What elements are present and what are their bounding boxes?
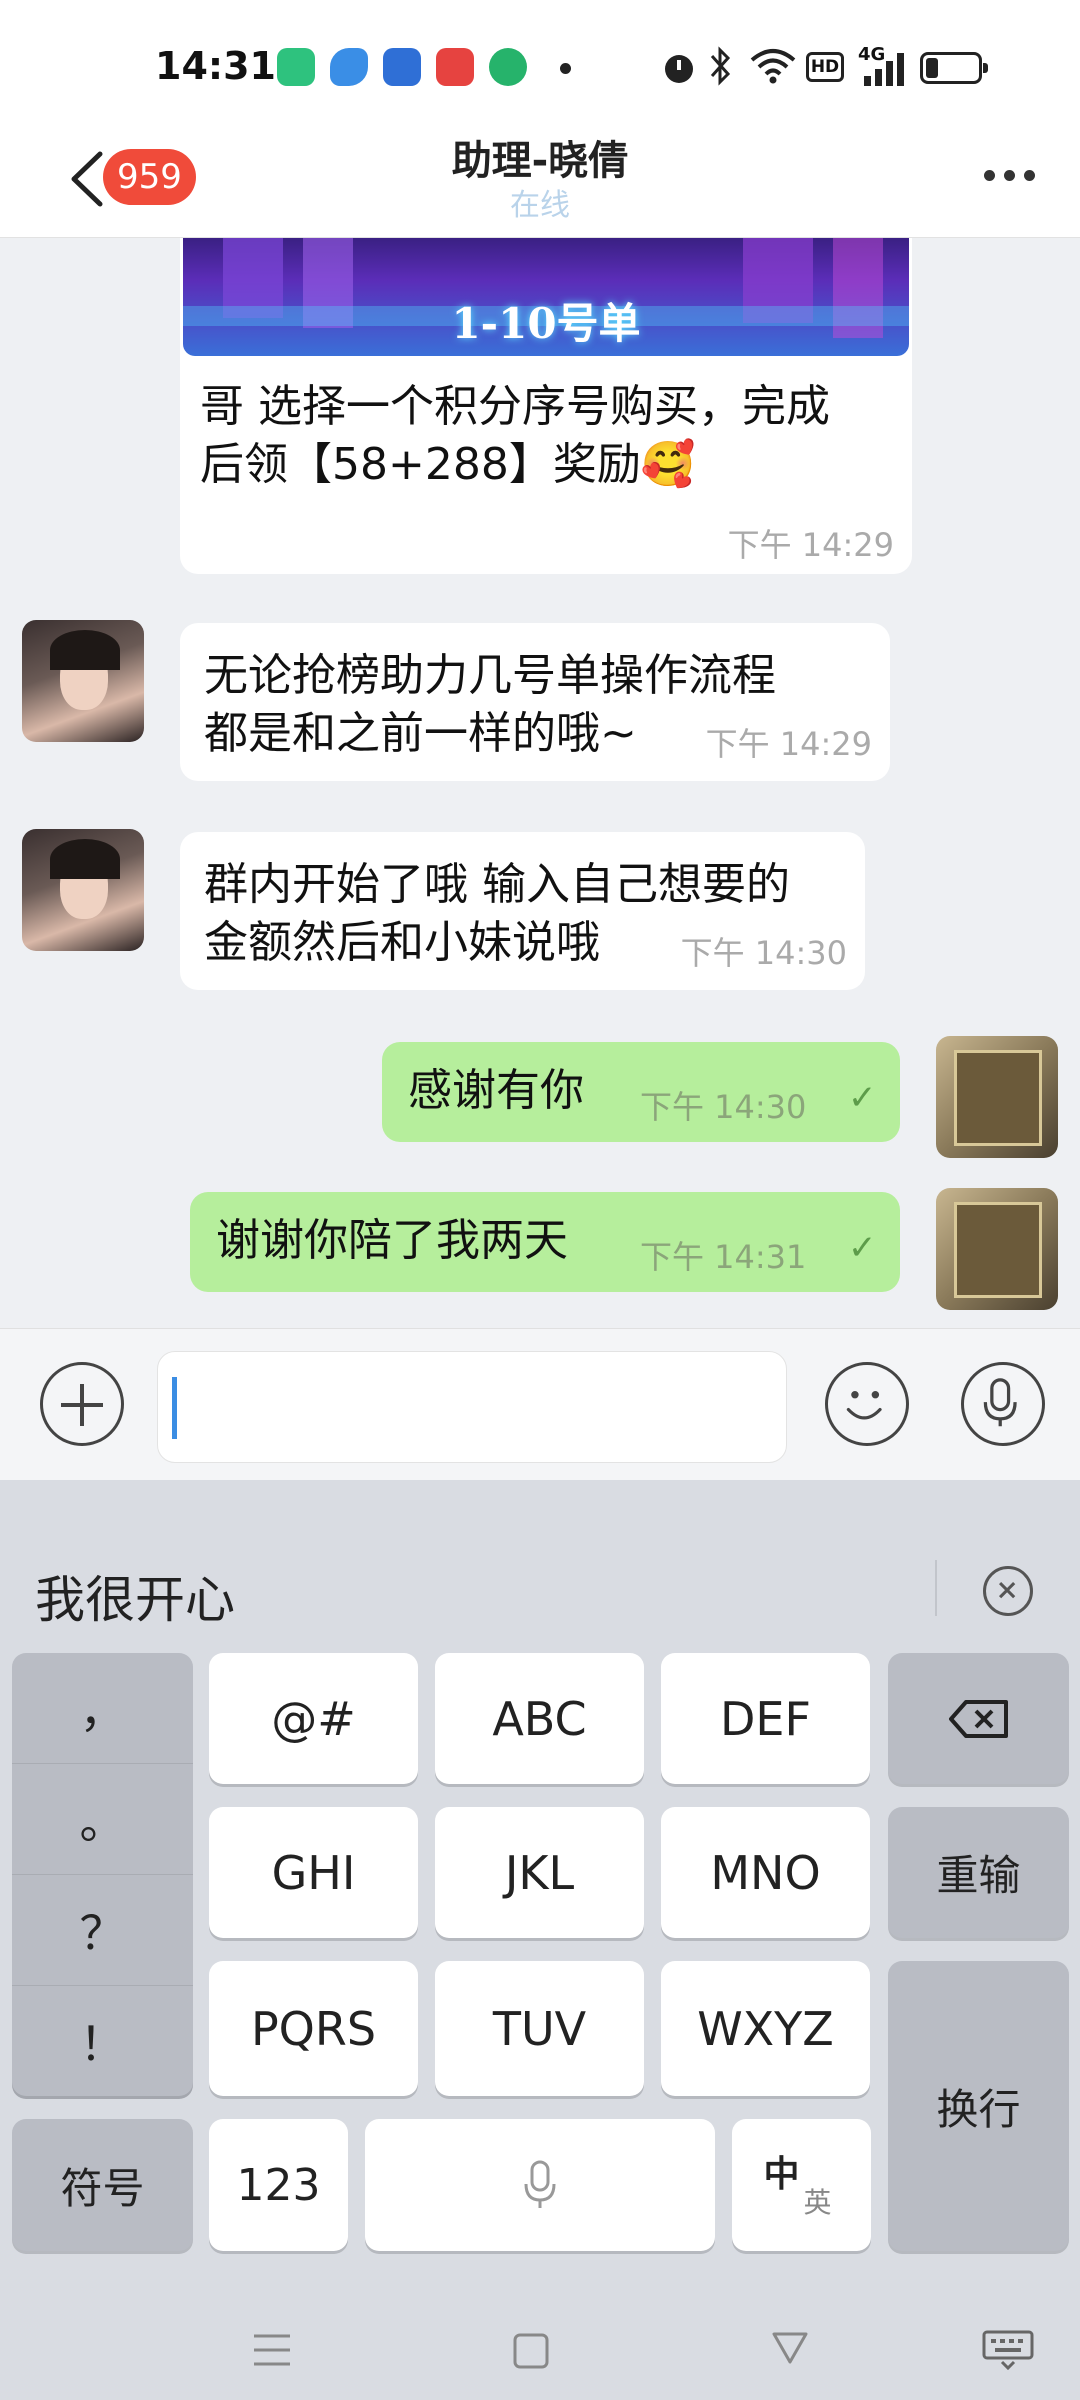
sent-check-icon: ✓ xyxy=(848,1078,877,1118)
notification-dot-icon xyxy=(560,63,571,74)
key-def[interactable]: DEF xyxy=(661,1653,870,1784)
lang-main-label: 中 xyxy=(763,2154,800,2195)
menu-icon[interactable] xyxy=(252,2332,292,2368)
contact-avatar[interactable] xyxy=(22,829,144,951)
chat-header: 959 助理-晓倩 在线 xyxy=(0,120,1080,238)
toutiao-app-icon xyxy=(436,48,474,86)
key-comma[interactable]: ， xyxy=(12,1653,193,1763)
candidate-suggestion[interactable]: 我很开心 xyxy=(35,1560,235,1632)
microphone-icon xyxy=(524,2160,556,2208)
key-question[interactable]: ？ xyxy=(12,1875,193,1985)
key-exclamation[interactable]: ！ xyxy=(12,1986,193,2096)
message-text: 感谢有你 xyxy=(408,1065,584,1116)
contact-avatar[interactable] xyxy=(22,620,144,742)
key-abc[interactable]: ABC xyxy=(435,1653,644,1784)
message-time: 下午 14:30 xyxy=(640,1088,807,1126)
feather-app-icon xyxy=(330,48,368,86)
close-circle-icon[interactable] xyxy=(983,1566,1033,1616)
wifi-icon xyxy=(750,49,796,84)
key-pqrs[interactable]: PQRS xyxy=(209,1961,418,2096)
message-time: 下午 14:29 xyxy=(705,725,872,763)
message-bubble-incoming[interactable]: 无论抢榜助力几号单操作流程 都是和之前一样的哦~ 下午 14:29 xyxy=(180,623,890,781)
message-input[interactable] xyxy=(157,1351,787,1463)
message-bubble-incoming[interactable]: 群内开始了哦 输入自己想要的 金额然后和小妹说哦 下午 14:30 xyxy=(180,832,865,990)
status-bar: 14:31 HD 4G xyxy=(0,0,1080,120)
signal-icon xyxy=(864,53,904,86)
phone-app-icon xyxy=(277,48,315,86)
home-icon[interactable] xyxy=(512,2332,550,2370)
key-mno[interactable]: MNO xyxy=(661,1807,870,1938)
bluetooth-icon xyxy=(710,46,731,86)
message-bubble-outgoing[interactable]: 谢谢你陪了我两天 下午 14:31 ✓ xyxy=(190,1192,900,1292)
backspace-icon xyxy=(948,1699,1008,1738)
key-at[interactable]: @# xyxy=(209,1653,418,1784)
composer-bar xyxy=(0,1328,1080,1480)
back-triangle-icon[interactable] xyxy=(770,2328,810,2368)
battery-icon xyxy=(920,52,988,84)
hd-indicator: HD xyxy=(806,52,844,82)
promo-banner-text: 1-10号单 xyxy=(451,299,641,348)
alarm-icon xyxy=(665,55,693,83)
lang-sub-label: 英 xyxy=(803,2186,832,2219)
key-jkl[interactable]: JKL xyxy=(435,1807,644,1938)
backspace-key[interactable] xyxy=(888,1653,1069,1784)
enter-key[interactable]: 换行 xyxy=(888,1961,1069,2251)
message-list[interactable]: 1-10号单 哥 选择一个积分序号购买，完成 后领【58+288】奖励🥰 下午 … xyxy=(0,238,1080,1328)
message-text: 哥 选择一个积分序号购买，完成 后领【58+288】奖励🥰 xyxy=(200,381,830,490)
emoji-icon[interactable] xyxy=(825,1362,909,1446)
symbols-key[interactable]: 符号 xyxy=(12,2119,193,2251)
space-key[interactable] xyxy=(365,2119,715,2251)
message-time: 下午 14:30 xyxy=(680,934,847,972)
online-status: 在线 xyxy=(510,188,570,223)
numbers-key[interactable]: 123 xyxy=(209,2119,348,2251)
divider xyxy=(935,1560,937,1616)
status-time: 14:31 xyxy=(155,44,276,88)
key-ghi[interactable]: GHI xyxy=(209,1807,418,1938)
message-text: 谢谢你陪了我两天 xyxy=(216,1215,568,1266)
microphone-icon[interactable] xyxy=(961,1362,1045,1446)
key-wxyz[interactable]: WXYZ xyxy=(661,1961,870,2096)
text-caret xyxy=(172,1377,177,1439)
key-tuv[interactable]: TUV xyxy=(435,1961,644,2096)
reenter-key[interactable]: 重输 xyxy=(888,1807,1069,1938)
system-nav-bar xyxy=(0,2300,1080,2400)
contact-name[interactable]: 助理-晓倩 xyxy=(0,128,1080,186)
sent-check-icon: ✓ xyxy=(848,1228,877,1268)
ime-keyboard: 我很开心 ， 。 ？ ！ @# ABC DEF GHI JKL MNO 重输 P… xyxy=(0,1480,1080,2300)
car-app-icon xyxy=(489,48,527,86)
my-avatar[interactable] xyxy=(936,1188,1058,1310)
my-avatar[interactable] xyxy=(936,1036,1058,1158)
key-period[interactable]: 。 xyxy=(12,1764,193,1874)
plus-icon[interactable] xyxy=(40,1362,124,1446)
message-bubble-incoming[interactable]: 1-10号单 哥 选择一个积分序号购买，完成 后领【58+288】奖励🥰 下午 … xyxy=(180,238,912,574)
language-switch-key[interactable]: 中 英 xyxy=(732,2119,871,2251)
news-app-icon xyxy=(383,48,421,86)
message-time: 下午 14:31 xyxy=(640,1238,807,1276)
message-bubble-outgoing[interactable]: 感谢有你 下午 14:30 ✓ xyxy=(382,1042,900,1142)
more-icon[interactable] xyxy=(980,156,1040,196)
promo-image[interactable]: 1-10号单 xyxy=(183,238,909,356)
message-time: 下午 14:29 xyxy=(727,526,894,564)
keyboard-icon[interactable] xyxy=(982,2330,1034,2370)
punctuation-column[interactable]: ， 。 ？ ！ xyxy=(12,1653,193,2096)
